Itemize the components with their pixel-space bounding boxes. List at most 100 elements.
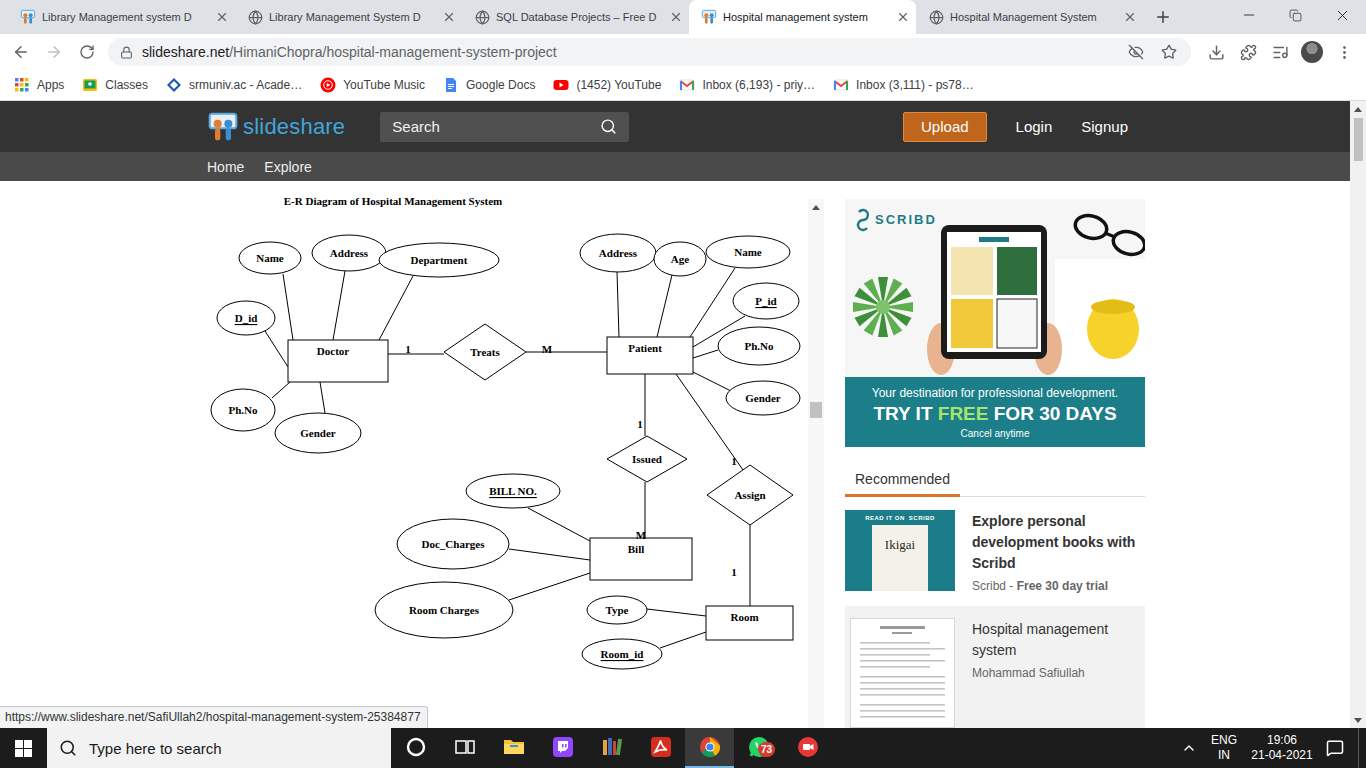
taskbar-app[interactable] xyxy=(538,728,587,768)
taskbar-app[interactable] xyxy=(587,728,636,768)
scroll-down-button[interactable] xyxy=(1350,712,1366,728)
forward-button[interactable] xyxy=(40,38,68,66)
taskbar-app[interactable] xyxy=(391,728,440,768)
taskbar-app[interactable] xyxy=(685,728,734,768)
task-view-icon xyxy=(453,735,477,759)
browser-tab[interactable]: Library Management System D xyxy=(235,0,462,34)
close-tab-icon[interactable] xyxy=(215,10,229,24)
back-button[interactable] xyxy=(7,38,35,66)
relationship-node: Issued xyxy=(607,436,687,482)
recommended-item[interactable]: READ IT ONSCRIBDIkigai Explore personal d… xyxy=(845,510,1145,593)
site-logo[interactable]: slideshare xyxy=(197,111,345,143)
taskbar-app[interactable] xyxy=(636,728,685,768)
new-tab-button[interactable] xyxy=(1149,3,1177,31)
bookmark[interactable]: Classes xyxy=(82,77,148,93)
start-button[interactable] xyxy=(0,728,47,768)
bookmark[interactable]: Inbox (6,193) - priy… xyxy=(679,77,815,93)
show-desktop-button[interactable] xyxy=(1358,728,1366,768)
extensions-button[interactable] xyxy=(1234,38,1262,66)
close-tab-icon[interactable] xyxy=(896,10,910,24)
toolbar-actions xyxy=(1202,38,1358,66)
upload-button[interactable]: Upload xyxy=(903,112,987,142)
action-center-button[interactable] xyxy=(1320,739,1350,757)
page-scrollbar[interactable] xyxy=(1350,101,1366,728)
promo-thumbnail: READ IT ONSCRIBDIkigai xyxy=(845,510,955,591)
close-window-button[interactable] xyxy=(1319,0,1366,30)
restore-button[interactable] xyxy=(1272,0,1319,30)
diagram-connector xyxy=(657,275,672,337)
site-header: slideshare Search Upload Login Signup xyxy=(0,101,1350,152)
search-icon[interactable] xyxy=(600,118,617,135)
bookmark[interactable]: (1452) YouTube xyxy=(553,77,661,93)
notification-icon xyxy=(1326,739,1344,757)
taskbar-search[interactable]: Type here to search xyxy=(47,728,391,768)
entity-node: Patient xyxy=(607,337,693,374)
bookmark[interactable]: Google Docs xyxy=(443,77,535,93)
browser-tab[interactable]: Hospital Management System xyxy=(916,0,1143,34)
scroll-up-button[interactable] xyxy=(808,199,824,215)
minimize-button[interactable] xyxy=(1225,0,1272,30)
cortana-icon xyxy=(404,735,428,759)
media-button[interactable] xyxy=(1266,38,1294,66)
er-diagram: E-R Diagram of Hospital Management Syste… xyxy=(197,181,808,728)
browser-tab[interactable]: Hospital management system xyxy=(689,0,916,34)
diagram-connector xyxy=(320,382,325,413)
site-search[interactable]: Search xyxy=(380,112,629,142)
ad-banner[interactable]: Your destination for professional develo… xyxy=(845,377,1145,447)
subnav-link[interactable]: Home xyxy=(207,159,244,175)
bookmark[interactable]: YouTube Music xyxy=(320,77,425,93)
address-bar[interactable]: slideshare.net/HimaniChopra/hospital-man… xyxy=(108,38,1191,66)
hidden-icons-button[interactable] xyxy=(1174,740,1204,756)
media-queue-icon xyxy=(1272,44,1289,61)
slideshare-icon xyxy=(701,9,717,25)
scroll-up-button[interactable] xyxy=(1350,101,1366,117)
minimize-icon xyxy=(1241,7,1257,23)
recommended-title[interactable]: Hospital management system xyxy=(972,619,1145,661)
entity-node: Bill xyxy=(590,538,692,580)
scroll-thumb[interactable] xyxy=(1354,118,1363,161)
key-attribute-node: D_id xyxy=(217,301,275,335)
tab-favicon xyxy=(474,9,490,25)
tab-favicon xyxy=(928,9,944,25)
browser-tab[interactable]: SQL Database Projects – Free D xyxy=(462,0,689,34)
clock[interactable]: 19:0621-04-2021 xyxy=(1244,733,1320,763)
close-tab-icon[interactable] xyxy=(442,10,456,24)
input-language[interactable]: ENGIN xyxy=(1204,733,1244,763)
site-subnav: Home Explore xyxy=(0,152,1350,181)
signup-link[interactable]: Signup xyxy=(1081,118,1128,135)
scribd-ad[interactable]: SCRIBDYour destination for professional … xyxy=(845,199,1145,447)
subnav-link[interactable]: Explore xyxy=(264,159,311,175)
bookmark-star-button[interactable] xyxy=(1157,40,1181,64)
close-tab-icon[interactable] xyxy=(669,10,683,24)
close-icon xyxy=(1334,7,1351,24)
taskbar-app[interactable] xyxy=(783,728,832,768)
taskbar-app[interactable] xyxy=(440,728,489,768)
star-icon xyxy=(1161,44,1177,60)
taskbar-app[interactable]: 73 xyxy=(734,728,783,768)
document-scrollbar[interactable] xyxy=(808,199,824,728)
recommended-title[interactable]: Explore personal development books with … xyxy=(972,511,1145,574)
recommended-item[interactable]: Hospital management systemMohammad Safiu… xyxy=(845,606,1145,728)
diagram-connector xyxy=(283,274,293,340)
diagram-title: E-R Diagram of Hospital Management Syste… xyxy=(284,195,502,207)
tracking-button[interactable] xyxy=(1124,40,1148,64)
attribute-node: Ph.No xyxy=(211,389,275,431)
menu-button[interactable] xyxy=(1330,38,1358,66)
downloads-button[interactable] xyxy=(1202,38,1230,66)
scroll-thumb[interactable] xyxy=(810,402,822,418)
attribute-label: Name xyxy=(256,252,284,264)
close-tab-icon[interactable] xyxy=(1123,10,1137,24)
globe-icon xyxy=(248,10,263,25)
bookmark[interactable]: Apps xyxy=(14,77,64,93)
recommended-header: Recommended xyxy=(845,463,1145,497)
reload-button[interactable] xyxy=(73,38,101,66)
attribute-node: Department xyxy=(379,243,499,277)
cardinality-label: 1 xyxy=(637,418,643,430)
bookmark[interactable]: srmuniv.ac - Acade… xyxy=(166,77,302,93)
bookmark[interactable]: Inbox (3,111) - ps78… xyxy=(833,77,974,93)
login-link[interactable]: Login xyxy=(1016,118,1053,135)
profile-button[interactable] xyxy=(1298,38,1326,66)
taskbar-app[interactable] xyxy=(489,728,538,768)
bookmark-label: (1452) YouTube xyxy=(576,78,661,92)
browser-tab[interactable]: Library Management system D xyxy=(8,0,235,34)
